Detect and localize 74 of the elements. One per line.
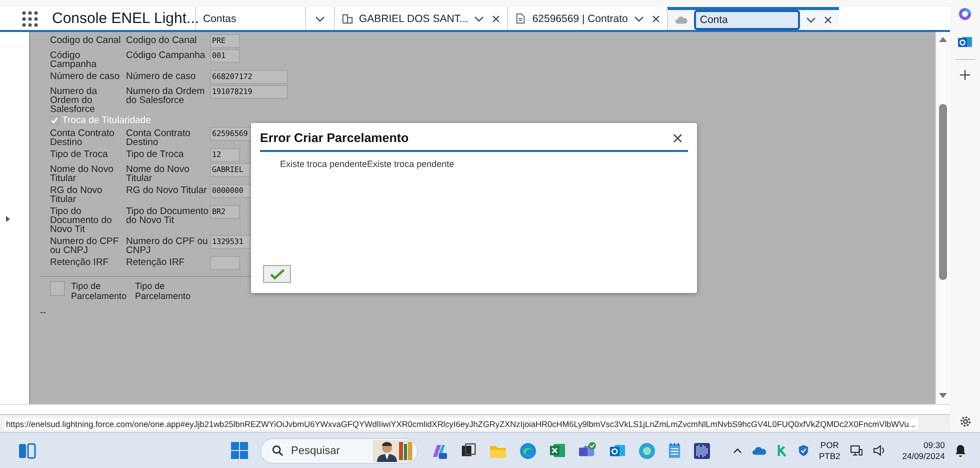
chevron-down-icon <box>315 16 325 22</box>
status-url: https://enelsud.lightning.force.com/one/one.app#eyJjb21wb25lbnREZWYiOiJvbmU6YWxvaGFQYWdlIiwiYXR0cmlidXRlcyI6eyJhZGRyZXNzIjoiaHR0cHM6Ly9lbmVsc3VkLS1jLnZmLmZvcmNlLmNvbS9hcGV4L0FUQ0xfVkZQMDc2X0FncmVlbWVu... <box>4 418 918 430</box>
placeholder-text: -- <box>40 307 46 317</box>
field-label: Número de caso <box>126 70 197 81</box>
scroll-down-icon[interactable] <box>939 393 947 398</box>
task-view-icon[interactable] <box>460 442 477 459</box>
field-label: Numero do CPF ou CNPJ <box>50 235 120 255</box>
ok-button[interactable] <box>263 265 291 283</box>
field-label: Retenção IRF <box>126 256 186 267</box>
field-label: Tipo do Documento do Novo Tit <box>126 205 210 225</box>
search-icon <box>272 445 283 456</box>
field-label: Nome do Novo Titular <box>50 163 114 183</box>
copilot-icon[interactable] <box>958 7 972 21</box>
checkbox[interactable] <box>50 281 65 296</box>
field-label: Codigo do Canal <box>126 34 198 45</box>
field-label: Tipo do Documento do Novo Tit <box>50 205 113 234</box>
field-label: Tipo de Troca <box>50 148 109 159</box>
field-label: Numero do CPF ou CNPJ <box>126 235 209 255</box>
windows-start-icon[interactable] <box>231 442 248 459</box>
network-icon[interactable] <box>850 445 864 456</box>
cloud-icon[interactable] <box>752 446 767 456</box>
chevron-up-icon[interactable] <box>733 448 742 454</box>
clock[interactable]: 09:30 24/09/2024 <box>902 440 945 462</box>
cloud-icon <box>674 15 688 25</box>
search-field[interactable]: Pesquisar <box>260 438 418 464</box>
field-label: Numero da Ordem do Salesforce <box>50 85 98 114</box>
spreadsheet-icon[interactable] <box>549 442 566 459</box>
chevron-down-icon[interactable] <box>634 16 644 22</box>
field-label: Numero da Ordem do Salesforce <box>126 85 206 105</box>
chat-app-icon[interactable] <box>578 442 597 459</box>
field-label: Tipo de Parcelamento <box>71 281 128 301</box>
field-label: Conta Contrato Destino <box>50 127 116 147</box>
notepad-icon[interactable] <box>668 442 681 459</box>
field-value <box>210 256 240 270</box>
widgets-icon[interactable] <box>18 442 36 458</box>
notification-bell-icon[interactable] <box>954 444 966 457</box>
volume-icon[interactable] <box>873 445 886 456</box>
settings-icon[interactable] <box>958 415 972 428</box>
scrollbar[interactable] <box>935 32 950 404</box>
field-label: Nome do Novo Titular <box>126 163 190 183</box>
field-label: Código Campanha <box>50 49 98 69</box>
app-launcher-icon[interactable] <box>22 10 38 26</box>
field-label: Número de caso <box>50 70 121 81</box>
mail-app-icon[interactable] <box>609 442 626 459</box>
workspace-tab[interactable]: Conta <box>666 7 839 30</box>
field-label: Retenção IRF <box>50 256 110 267</box>
chevron-down-icon[interactable] <box>806 17 816 23</box>
browser-icon[interactable] <box>519 442 537 460</box>
scroll-up-icon[interactable] <box>939 37 947 42</box>
field-label: RG do Novo Titular <box>126 184 208 195</box>
document-icon <box>515 13 526 24</box>
language-indicator[interactable]: POR PTB2 <box>819 440 840 462</box>
field-label: RG do Novo Titular <box>50 184 104 204</box>
workspace-tab[interactable]: GABRIEL DOS SANT... <box>334 7 508 30</box>
field-label: Código Campanha <box>126 49 206 60</box>
workspace-tab[interactable]: Contas <box>195 7 305 30</box>
audio-app-icon[interactable] <box>693 442 711 460</box>
outlook-icon[interactable] <box>958 35 972 49</box>
close-icon[interactable] <box>652 14 660 22</box>
chevron-down-icon[interactable] <box>474 16 484 22</box>
close-icon[interactable] <box>824 16 832 24</box>
add-icon[interactable] <box>960 70 970 80</box>
checkbox-label: Troca de Titularidade <box>62 115 151 126</box>
building-icon <box>342 13 353 24</box>
scroll-thumb[interactable] <box>939 104 947 280</box>
close-icon[interactable] <box>492 14 500 22</box>
field-label: Conta Contrato Destino <box>126 127 192 147</box>
expand-arrow-icon[interactable] <box>6 216 10 222</box>
checkmark-icon <box>270 268 284 280</box>
close-button[interactable]: × <box>667 131 688 145</box>
field-label: Tipo de Parcelamento <box>135 281 192 301</box>
field-label: Tipo de Troca <box>126 148 185 159</box>
shield-icon[interactable] <box>798 444 809 457</box>
field-label: Codigo do Canal <box>50 34 122 45</box>
